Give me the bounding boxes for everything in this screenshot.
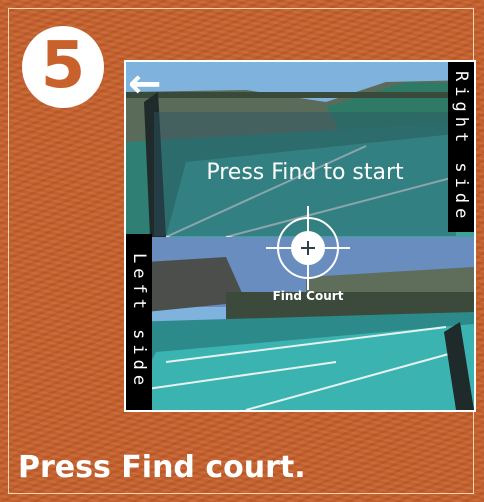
arrow-left-icon[interactable]: ←: [128, 64, 174, 108]
app-screenshot: Press Find to start ← Right side Left si…: [124, 60, 476, 412]
right-side-label: Right side: [451, 70, 471, 224]
left-side-label: Left side: [129, 253, 149, 391]
step-number: 5: [40, 29, 86, 103]
instruction-caption: Press Find court.: [18, 450, 306, 485]
crosshair-icon[interactable]: [266, 206, 350, 290]
left-side-button[interactable]: Left side: [126, 234, 152, 410]
step-badge: 5: [22, 26, 104, 108]
start-prompt: Press Find to start: [206, 160, 404, 185]
find-court-button[interactable]: Find Court: [246, 289, 370, 303]
right-side-button[interactable]: Right side: [448, 62, 474, 232]
